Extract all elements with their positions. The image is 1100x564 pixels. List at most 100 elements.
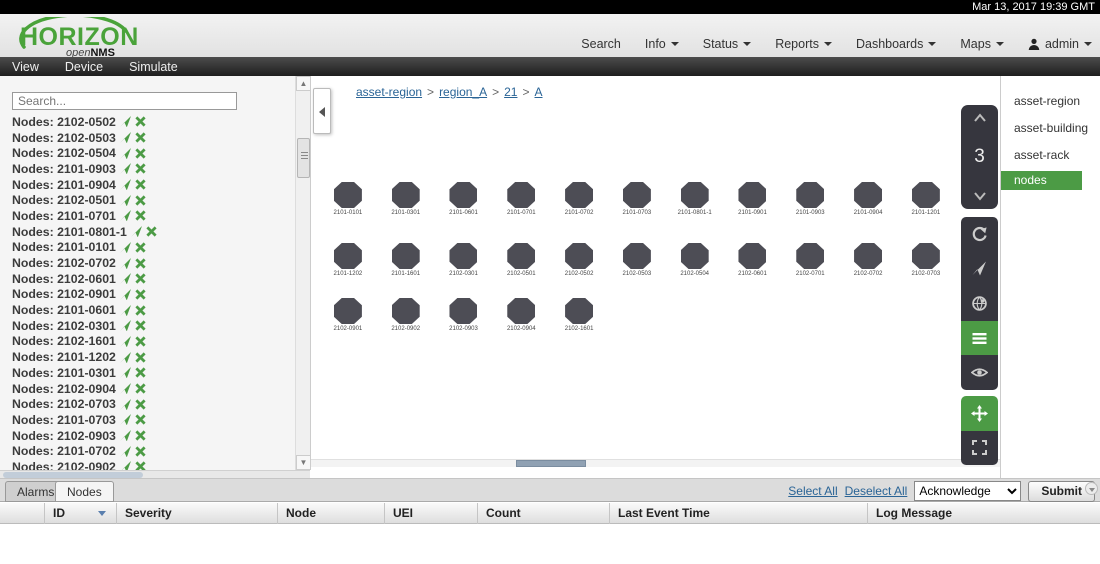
locate-node-icon[interactable] bbox=[120, 320, 131, 331]
remove-node-icon[interactable] bbox=[135, 320, 146, 331]
column-header-uei[interactable]: UEI bbox=[385, 503, 478, 524]
node-icon[interactable] bbox=[565, 182, 593, 208]
scrollbar-thumb[interactable] bbox=[516, 460, 586, 467]
node-icon[interactable] bbox=[912, 182, 940, 208]
zoom-out-chevron-icon[interactable] bbox=[972, 191, 988, 201]
sidebar-horizontal-scrollbar[interactable] bbox=[0, 470, 310, 478]
topology-node[interactable]: 2102-0904 bbox=[492, 298, 550, 332]
topology-node[interactable]: 2102-0903 bbox=[435, 298, 493, 332]
locate-node-icon[interactable] bbox=[120, 289, 131, 300]
locate-node-icon[interactable] bbox=[120, 242, 131, 253]
node-icon[interactable] bbox=[681, 243, 709, 269]
node-icon[interactable] bbox=[796, 182, 824, 208]
topology-node[interactable]: 2102-0702 bbox=[839, 243, 897, 277]
locate-node-icon[interactable] bbox=[120, 163, 131, 174]
refresh-button[interactable] bbox=[961, 217, 998, 252]
node-icon[interactable] bbox=[334, 298, 362, 324]
topology-node[interactable]: 2102-0504 bbox=[666, 243, 724, 277]
sidebar-vertical-scrollbar[interactable]: ▲ ▼ bbox=[295, 76, 310, 470]
node-icon[interactable] bbox=[392, 298, 420, 324]
sort-desc-icon[interactable] bbox=[98, 511, 106, 516]
node-icon[interactable] bbox=[334, 182, 362, 208]
locate-button[interactable] bbox=[961, 252, 998, 287]
topology-node[interactable]: 2101-0101 bbox=[319, 182, 377, 216]
locate-node-icon[interactable] bbox=[120, 461, 131, 470]
remove-node-icon[interactable] bbox=[135, 289, 146, 300]
node-icon[interactable] bbox=[738, 182, 766, 208]
deselect-all-link[interactable]: Deselect All bbox=[845, 484, 908, 498]
topology-node[interactable]: 2102-0901 bbox=[319, 298, 377, 332]
topology-node[interactable]: 2102-1601 bbox=[550, 298, 608, 332]
node-icon[interactable] bbox=[507, 298, 535, 324]
remove-node-icon[interactable] bbox=[135, 305, 146, 316]
topology-node[interactable]: 2101-1601 bbox=[377, 243, 435, 277]
zoom-in-chevron-icon[interactable] bbox=[972, 113, 988, 123]
nav-maps[interactable]: Maps bbox=[960, 37, 1004, 51]
locate-node-icon[interactable] bbox=[131, 226, 142, 237]
locate-node-icon[interactable] bbox=[120, 305, 131, 316]
node-icon[interactable] bbox=[738, 243, 766, 269]
topology-node[interactable]: 2102-0501 bbox=[492, 243, 550, 277]
menu-simulate[interactable]: Simulate bbox=[129, 60, 178, 74]
layer-asset-rack[interactable]: asset-rack bbox=[1001, 144, 1100, 166]
topology-node[interactable]: 2101-0703 bbox=[608, 182, 666, 216]
node-icon[interactable] bbox=[912, 243, 940, 269]
node-icon[interactable] bbox=[681, 182, 709, 208]
search-input[interactable] bbox=[12, 92, 237, 110]
menu-view[interactable]: View bbox=[12, 60, 39, 74]
node-icon[interactable] bbox=[449, 243, 477, 269]
remove-node-icon[interactable] bbox=[135, 179, 146, 190]
locate-node-icon[interactable] bbox=[120, 430, 131, 441]
alarm-action-select[interactable]: Acknowledge bbox=[914, 481, 1021, 501]
select-all-link[interactable]: Select All bbox=[788, 484, 837, 498]
remove-node-icon[interactable] bbox=[135, 258, 146, 269]
topology-node[interactable]: 2101-0702 bbox=[550, 182, 608, 216]
remove-node-icon[interactable] bbox=[135, 163, 146, 174]
nav-dashboards[interactable]: Dashboards bbox=[856, 37, 936, 51]
locate-node-icon[interactable] bbox=[120, 273, 131, 284]
topology-node[interactable]: 2101-0601 bbox=[435, 182, 493, 216]
scroll-down-button[interactable]: ▼ bbox=[296, 455, 311, 470]
layer-asset-region[interactable]: asset-region bbox=[1001, 90, 1100, 112]
node-icon[interactable] bbox=[565, 243, 593, 269]
topology-node[interactable]: 2101-0301 bbox=[377, 182, 435, 216]
topology-node[interactable]: 2102-0502 bbox=[550, 243, 608, 277]
topology-node[interactable]: 2101-1201 bbox=[897, 182, 955, 216]
node-icon[interactable] bbox=[623, 243, 651, 269]
node-icon[interactable] bbox=[392, 182, 420, 208]
remove-node-icon[interactable] bbox=[135, 273, 146, 284]
node-icon[interactable] bbox=[507, 243, 535, 269]
remove-node-icon[interactable] bbox=[135, 352, 146, 363]
node-icon[interactable] bbox=[565, 298, 593, 324]
remove-node-icon[interactable] bbox=[135, 336, 146, 347]
remove-node-icon[interactable] bbox=[146, 226, 157, 237]
topology-node[interactable]: 2102-0301 bbox=[435, 243, 493, 277]
remove-node-icon[interactable] bbox=[135, 116, 146, 127]
column-header-severity[interactable]: Severity bbox=[117, 503, 278, 524]
layer-nodes[interactable]: nodes bbox=[1001, 171, 1082, 190]
locate-node-icon[interactable] bbox=[120, 179, 131, 190]
column-chooser-button[interactable] bbox=[1085, 482, 1098, 495]
locate-node-icon[interactable] bbox=[120, 336, 131, 347]
column-header-id[interactable]: ID bbox=[45, 503, 117, 524]
topology-node[interactable]: 2101-1202 bbox=[319, 243, 377, 277]
nav-admin[interactable]: admin bbox=[1028, 37, 1092, 51]
fullscreen-button[interactable] bbox=[961, 431, 998, 466]
topology-node[interactable]: 2102-0601 bbox=[724, 243, 782, 277]
menu-button[interactable] bbox=[961, 321, 998, 356]
topology-node[interactable]: 2102-0701 bbox=[781, 243, 839, 277]
remove-node-icon[interactable] bbox=[135, 210, 146, 221]
remove-node-icon[interactable] bbox=[135, 148, 146, 159]
topology-node[interactable]: 2102-0902 bbox=[377, 298, 435, 332]
globe-button[interactable] bbox=[961, 286, 998, 321]
topology-node[interactable]: 2101-0901 bbox=[724, 182, 782, 216]
topology-node[interactable]: 2102-0503 bbox=[608, 243, 666, 277]
tab-nodes[interactable]: Nodes bbox=[55, 481, 114, 502]
layer-asset-building[interactable]: asset-building bbox=[1001, 117, 1100, 139]
remove-node-icon[interactable] bbox=[135, 383, 146, 394]
locate-node-icon[interactable] bbox=[120, 258, 131, 269]
nav-status[interactable]: Status bbox=[703, 37, 751, 51]
nav-reports[interactable]: Reports bbox=[775, 37, 832, 51]
node-icon[interactable] bbox=[449, 182, 477, 208]
locate-node-icon[interactable] bbox=[120, 116, 131, 127]
